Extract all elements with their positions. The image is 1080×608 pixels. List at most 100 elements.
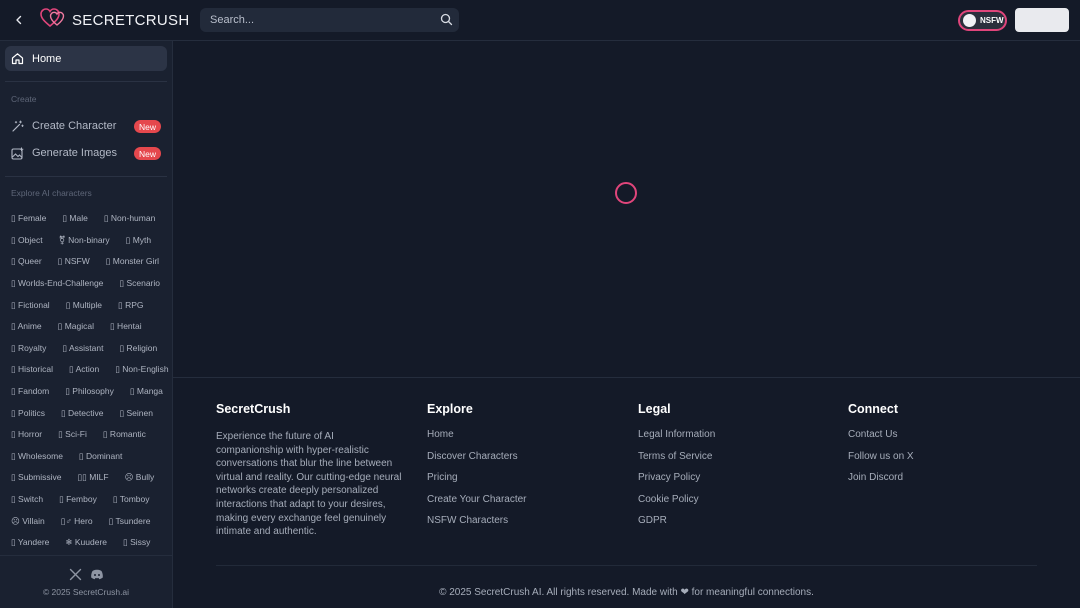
footer-link[interactable]: Discover Characters: [427, 451, 527, 463]
category-tag[interactable]: ☹ Bully: [125, 472, 155, 483]
magic-wand-icon: [11, 120, 24, 133]
footer-link[interactable]: Follow us on X: [848, 451, 914, 463]
footer-link[interactable]: Contact Us: [848, 429, 914, 441]
toggle-knob: [963, 14, 976, 27]
category-tag[interactable]: ▯ Romantic: [103, 429, 146, 440]
logo[interactable]: SECRETCRUSH: [40, 7, 190, 31]
logo-text: SECRETCRUSH: [72, 11, 190, 29]
category-tag[interactable]: ▯ Non-English: [115, 364, 168, 375]
footer-link[interactable]: Terms of Service: [638, 451, 715, 463]
category-tag[interactable]: ▯ Tomboy: [113, 494, 150, 505]
category-tag[interactable]: ▯ Multiple: [66, 300, 102, 311]
footer-link[interactable]: Privacy Policy: [638, 473, 715, 484]
category-tag[interactable]: ▯ Assistant: [62, 343, 103, 354]
footer-link[interactable]: Pricing: [427, 473, 527, 484]
category-tag[interactable]: ▯ Historical: [11, 364, 53, 375]
discord-icon[interactable]: [90, 568, 104, 581]
sidebar-item-home[interactable]: Home: [5, 46, 167, 71]
category-tag[interactable]: ▯ Submissive: [11, 472, 62, 483]
category-tag[interactable]: ▯ Female: [11, 213, 46, 224]
footer-link[interactable]: Create Your Character: [427, 494, 527, 506]
search-bar[interactable]: [200, 8, 459, 32]
footer-link[interactable]: GDPR: [638, 516, 715, 527]
footer-link[interactable]: NSFW Characters: [427, 516, 527, 527]
category-tag[interactable]: ▯ Horror: [11, 429, 42, 440]
category-tag[interactable]: ▯ Scenario: [119, 278, 160, 289]
category-tag[interactable]: ▯♂ Hero: [61, 516, 93, 527]
category-tag[interactable]: ▯ Magical: [58, 321, 94, 332]
category-tag[interactable]: ▯ Yandere: [11, 537, 49, 548]
sidebar-item-generate-images[interactable]: Generate Images New: [5, 142, 167, 164]
footer-link[interactable]: Cookie Policy: [638, 494, 715, 506]
sidebar: Home Create Create Character New Generat…: [0, 41, 173, 608]
search-input[interactable]: [200, 8, 459, 32]
category-tag[interactable]: ▯ Sissy: [123, 537, 150, 548]
footer-divider: [216, 565, 1037, 566]
category-tag[interactable]: ▯ Dominant: [79, 451, 122, 462]
category-tag[interactable]: ▯ Male: [62, 213, 87, 224]
sidebar-item-label: Generate Images: [32, 147, 117, 159]
sidebar-item-create-character[interactable]: Create Character New: [5, 115, 167, 137]
category-tag[interactable]: ▯ Fictional: [11, 300, 50, 311]
category-tag[interactable]: ▯ Switch: [11, 494, 43, 505]
account-button[interactable]: [1015, 8, 1069, 32]
category-tag[interactable]: ▯ Tsundere: [109, 516, 151, 527]
category-tag[interactable]: ▯ RPG: [118, 300, 143, 311]
divider: [5, 81, 167, 82]
category-tag[interactable]: ▯ Queer: [11, 256, 42, 267]
tag-row: ▯ Royalty ▯ Assistant ▯ Religion: [5, 338, 167, 360]
image-plus-icon: [11, 147, 24, 160]
category-tag[interactable]: ▯ Fandom: [11, 386, 49, 397]
tag-row: ▯ Submissive ▯▯ MILF ☹ Bully: [5, 467, 167, 489]
tag-row: ▯ Historical ▯ Action ▯ Non-English: [5, 359, 169, 381]
category-tag[interactable]: ▯ Sci-Fi: [58, 429, 87, 440]
category-tag[interactable]: ▯ Object: [11, 235, 43, 246]
back-arrow-icon[interactable]: [9, 10, 29, 30]
search-icon[interactable]: [440, 13, 453, 31]
tag-row: ▯ Worlds-End-Challenge ▯ Scenario: [5, 273, 167, 295]
category-tags: ▯ Female ▯ Male ▯ Non-human ▯ Object ⚧ Non-b…: [5, 208, 169, 554]
section-label-explore: Explore AI characters: [11, 188, 92, 198]
category-tag[interactable]: ▯ Monster Girl: [106, 256, 159, 267]
x-twitter-icon[interactable]: [69, 568, 82, 581]
home-icon: [11, 52, 24, 65]
category-tag[interactable]: ▯ Manga: [130, 386, 163, 397]
tag-row: ▯ Fictional ▯ Multiple ▯ RPG: [5, 294, 167, 316]
sidebar-item-label: Home: [32, 52, 62, 65]
category-tag[interactable]: ☹ Villain: [11, 516, 45, 527]
category-tag[interactable]: ▯ NSFW: [58, 256, 90, 267]
new-badge: New: [133, 120, 161, 133]
category-tag[interactable]: ⚧ Non-binary: [59, 235, 110, 246]
footer-explore: Explore Home Discover Characters Pricing…: [427, 402, 527, 538]
nsfw-toggle[interactable]: NSFW: [958, 10, 1007, 31]
tag-row: ▯ Object ⚧ Non-binary ▯ Myth: [5, 230, 167, 252]
category-tag[interactable]: ▯ Myth: [126, 235, 151, 246]
footer-legal: Legal Legal Information Terms of Service…: [638, 402, 715, 538]
category-tag[interactable]: ▯ Detective: [61, 408, 103, 419]
tag-row: ▯ Switch ▯ Femboy ▯ Tomboy: [5, 489, 167, 511]
category-tag[interactable]: ▯ Worlds-End-Challenge: [11, 278, 103, 289]
category-tag[interactable]: ▯ Hentai: [110, 321, 142, 332]
category-tag[interactable]: ▯ Wholesome: [11, 451, 63, 462]
footer-link[interactable]: Home: [427, 429, 527, 441]
category-tag[interactable]: ▯ Royalty: [11, 343, 46, 354]
footer-brand: SecretCrush Experience the future of AI …: [216, 402, 402, 539]
category-tag[interactable]: ▯ Philosophy: [65, 386, 114, 397]
section-label-create: Create: [11, 94, 37, 104]
category-tag[interactable]: ▯ Non-human: [104, 213, 155, 224]
tag-row: ▯ Horror ▯ Sci-Fi ▯ Romantic: [5, 424, 167, 446]
tag-row: ▯ Politics ▯ Detective ▯ Seinen: [5, 402, 167, 424]
footer-link[interactable]: Legal Information: [638, 429, 715, 441]
category-tag[interactable]: ▯ Seinen: [119, 408, 153, 419]
category-tag[interactable]: ▯ Action: [69, 364, 99, 375]
divider: [5, 176, 167, 177]
category-tag[interactable]: ▯ Femboy: [59, 494, 97, 505]
tag-row: ▯ Queer ▯ NSFW ▯ Monster Girl: [5, 251, 167, 273]
category-tag[interactable]: ▯▯ MILF: [78, 472, 109, 483]
category-tag[interactable]: ▯ Anime: [11, 321, 42, 332]
category-tag[interactable]: ▯ Religion: [119, 343, 157, 354]
footer-connect-title: Connect: [848, 402, 898, 416]
footer-link[interactable]: Join Discord: [848, 473, 914, 484]
category-tag[interactable]: ▯ Politics: [11, 408, 45, 419]
category-tag[interactable]: ❄ Kuudere: [65, 537, 107, 548]
